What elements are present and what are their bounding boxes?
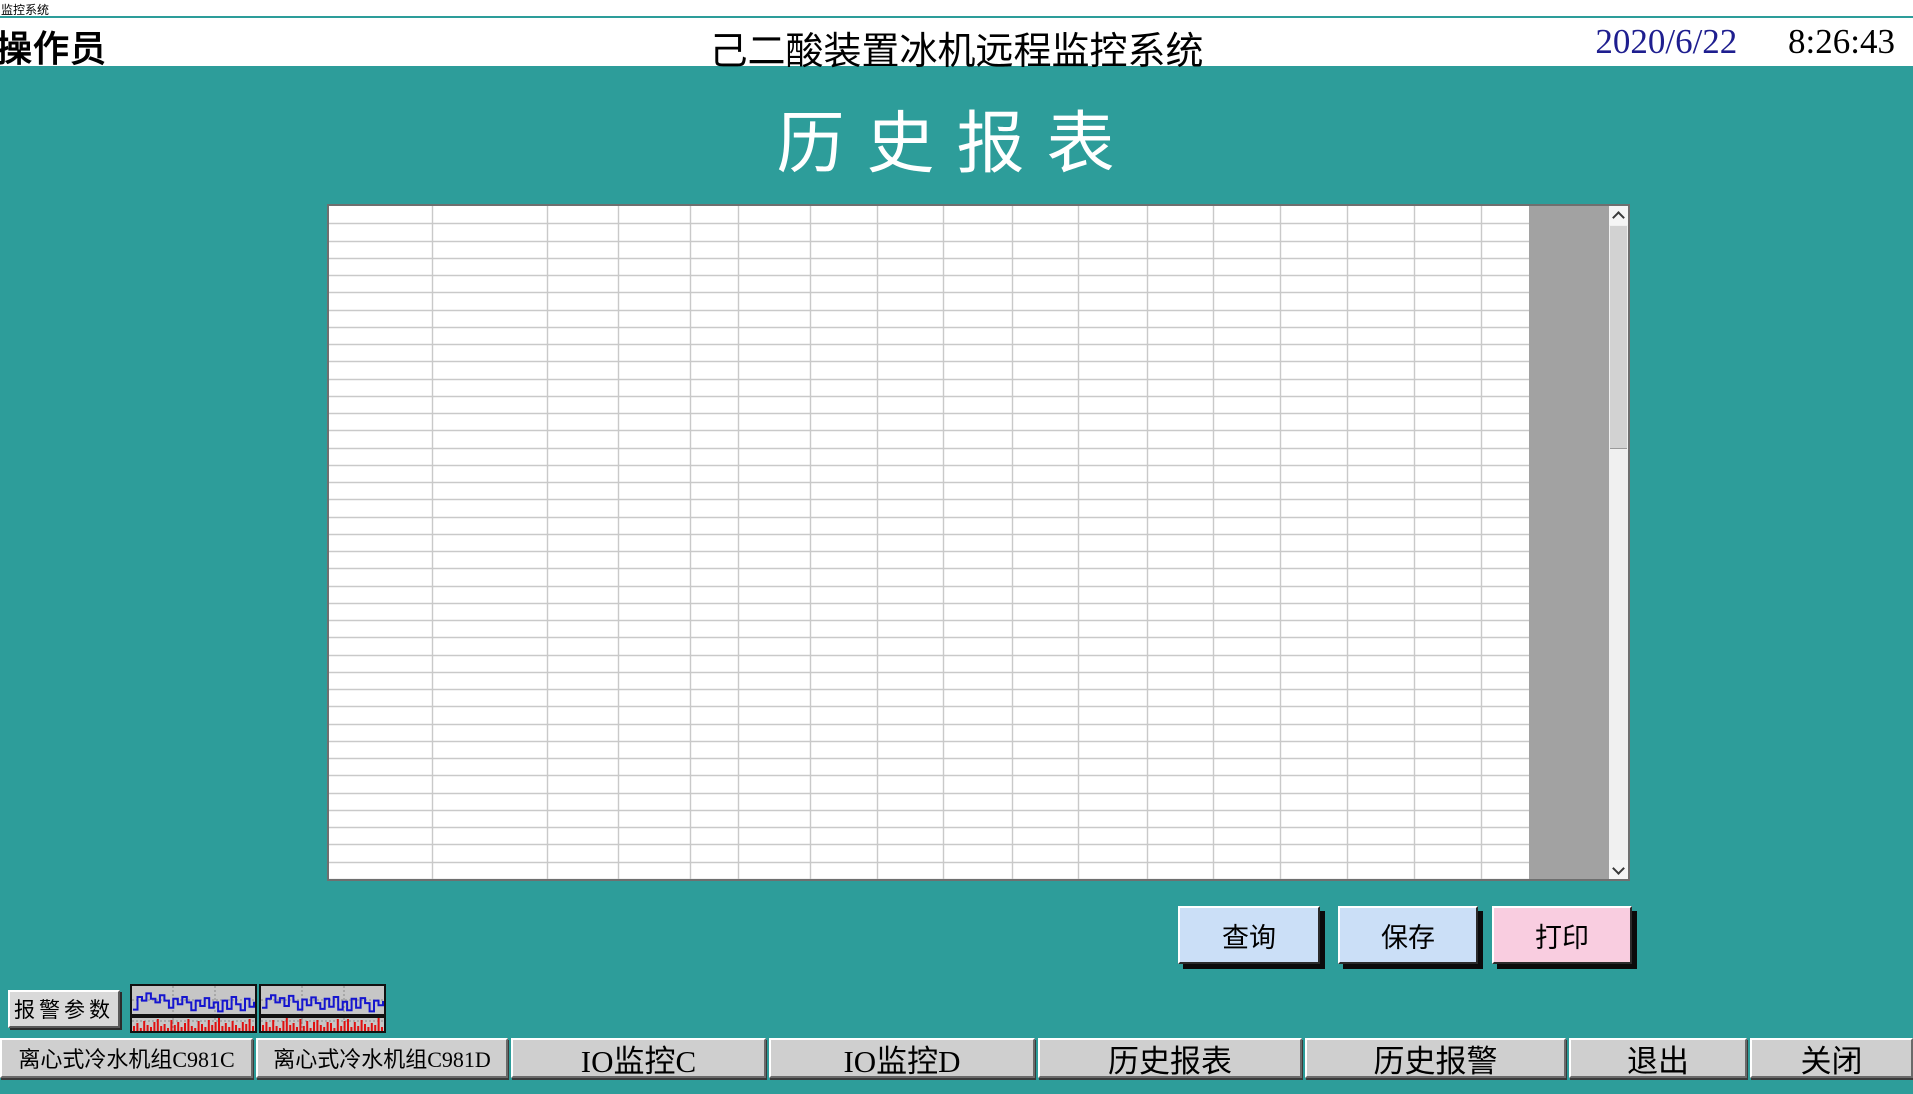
- bottom-navbar: 离心式冷水机组C981C离心式冷水机组C981DIO监控CIO监控D历史报表历史…: [0, 1038, 1913, 1078]
- page-title: 历史报表: [0, 88, 1913, 187]
- trend-preview-1-icon[interactable]: [130, 984, 257, 1033]
- nav-button-history-report[interactable]: 历史报表: [1038, 1038, 1302, 1078]
- nav-button-history-alarm[interactable]: 历史报警: [1305, 1038, 1566, 1078]
- nav-button-io-monitor-d[interactable]: IO监控D: [769, 1038, 1035, 1078]
- save-button[interactable]: 保存: [1338, 906, 1478, 964]
- time-display: 8:26:43: [1788, 22, 1895, 61]
- scrollbar-thumb[interactable]: [1610, 226, 1627, 449]
- datetime-display: 2020/6/22 8:26:43: [1595, 22, 1895, 62]
- header-bar: 操作员 己二酸装置冰机远程监控系统 2020/6/22 8:26:43: [0, 18, 1913, 66]
- history-report-table[interactable]: [327, 204, 1630, 881]
- window-title-strip: 监控系统: [0, 0, 1913, 18]
- scroll-up-button[interactable]: [1609, 206, 1628, 225]
- table-filler-area: [1529, 206, 1609, 879]
- nav-button-close[interactable]: 关闭: [1750, 1038, 1913, 1078]
- nav-button-chiller-c981c[interactable]: 离心式冷水机组C981C: [0, 1038, 253, 1078]
- nav-button-io-monitor-c[interactable]: IO监控C: [511, 1038, 766, 1078]
- alarm-params-button[interactable]: 报警参数: [8, 990, 120, 1028]
- report-grid[interactable]: [329, 206, 1529, 879]
- scroll-down-button[interactable]: [1609, 860, 1628, 879]
- chevron-down-icon: [1612, 862, 1625, 875]
- query-button[interactable]: 查询: [1178, 906, 1320, 964]
- nav-button-exit[interactable]: 退出: [1569, 1038, 1747, 1078]
- date-display: 2020/6/22: [1595, 22, 1737, 61]
- trend-preview-2-icon[interactable]: [259, 984, 386, 1033]
- print-button[interactable]: 打印: [1492, 906, 1632, 964]
- vertical-scrollbar[interactable]: [1609, 206, 1628, 879]
- nav-button-chiller-c981d[interactable]: 离心式冷水机组C981D: [256, 1038, 508, 1078]
- system-label: 监控系统: [1, 1, 49, 18]
- chevron-up-icon: [1612, 211, 1625, 224]
